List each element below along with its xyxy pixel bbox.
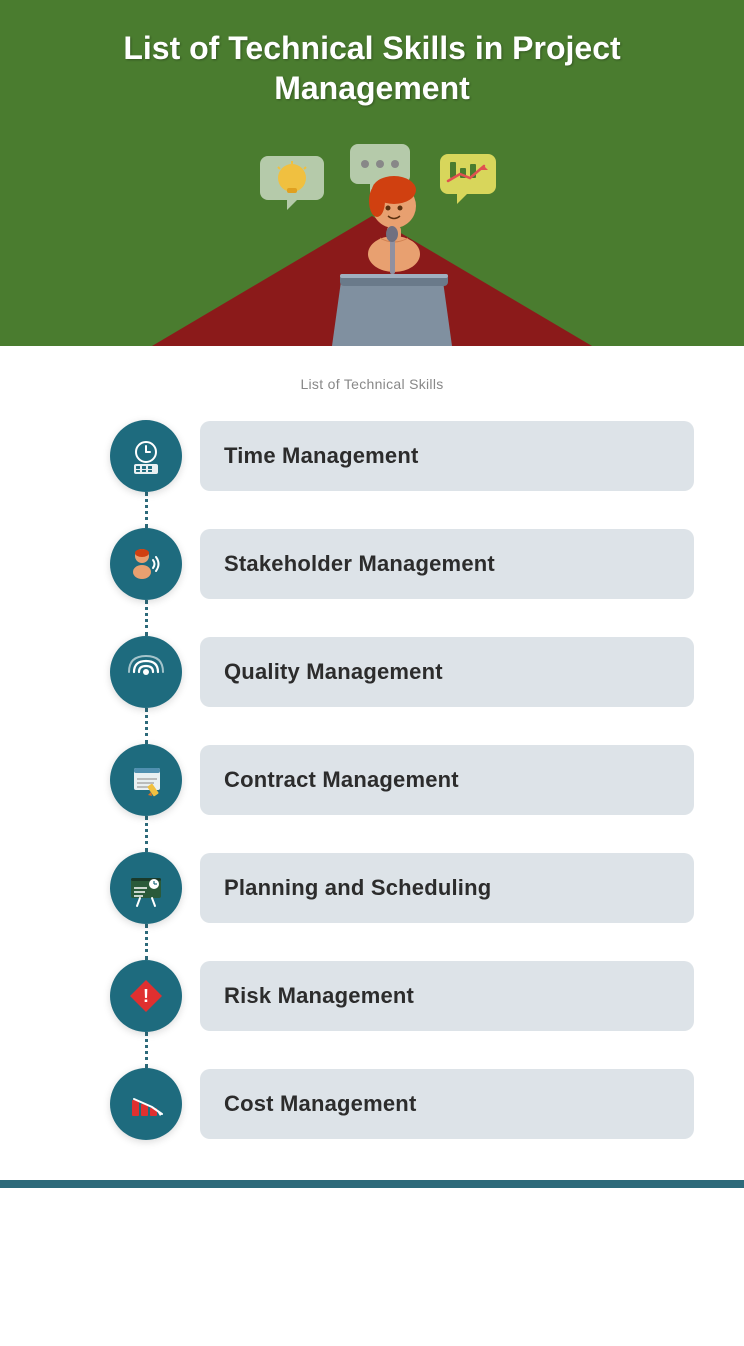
skill-label-stakeholder-management: Stakeholder Management [200, 529, 694, 599]
skill-icon-stakeholder-management [110, 528, 182, 600]
skill-row-quality-management: Quality Management [110, 636, 694, 744]
skill-entry: ! Risk Management [110, 960, 694, 1032]
skill-label-risk-management: Risk Management [200, 961, 694, 1031]
skill-row-time-management: Time Management [110, 420, 694, 528]
bottom-bar [0, 1180, 744, 1188]
skill-entry: Time Management [110, 420, 694, 492]
skill-icon-risk-management: ! [110, 960, 182, 1032]
skill-icon-cost-management [110, 1068, 182, 1140]
skill-entry: Stakeholder Management [110, 528, 694, 600]
skill-row-risk-management: ! Risk Management [110, 960, 694, 1068]
skill-entry: Planning and Scheduling [110, 852, 694, 924]
skill-label-planning-scheduling: Planning and Scheduling [200, 853, 694, 923]
skill-row-cost-management: Cost Management [110, 1068, 694, 1140]
skill-label-time-management: Time Management [200, 421, 694, 491]
skill-row-contract-management: Contract Management [110, 744, 694, 852]
subtitle: List of Technical Skills [50, 376, 694, 392]
skill-entry: Cost Management [110, 1068, 694, 1140]
page-title: List of Technical Skills in Project Mana… [40, 28, 704, 108]
illustration [40, 126, 704, 346]
skill-entry: Quality Management [110, 636, 694, 708]
svg-text:!: ! [143, 986, 149, 1006]
skill-label-contract-management: Contract Management [200, 745, 694, 815]
presenter-illustration [202, 126, 542, 346]
skill-row-stakeholder-management: Stakeholder Management [110, 528, 694, 636]
skill-entry: Contract Management [110, 744, 694, 816]
skills-list: Time Management [50, 420, 694, 1140]
skill-icon-contract-management [110, 744, 182, 816]
skill-icon-planning-scheduling [110, 852, 182, 924]
header: List of Technical Skills in Project Mana… [0, 0, 744, 346]
main-content: List of Technical Skills [0, 346, 744, 1180]
skill-label-quality-management: Quality Management [200, 637, 694, 707]
skill-icon-quality-management [110, 636, 182, 708]
skill-icon-time-management [110, 420, 182, 492]
skill-row-planning-scheduling: Planning and Scheduling [110, 852, 694, 960]
skill-label-cost-management: Cost Management [200, 1069, 694, 1139]
